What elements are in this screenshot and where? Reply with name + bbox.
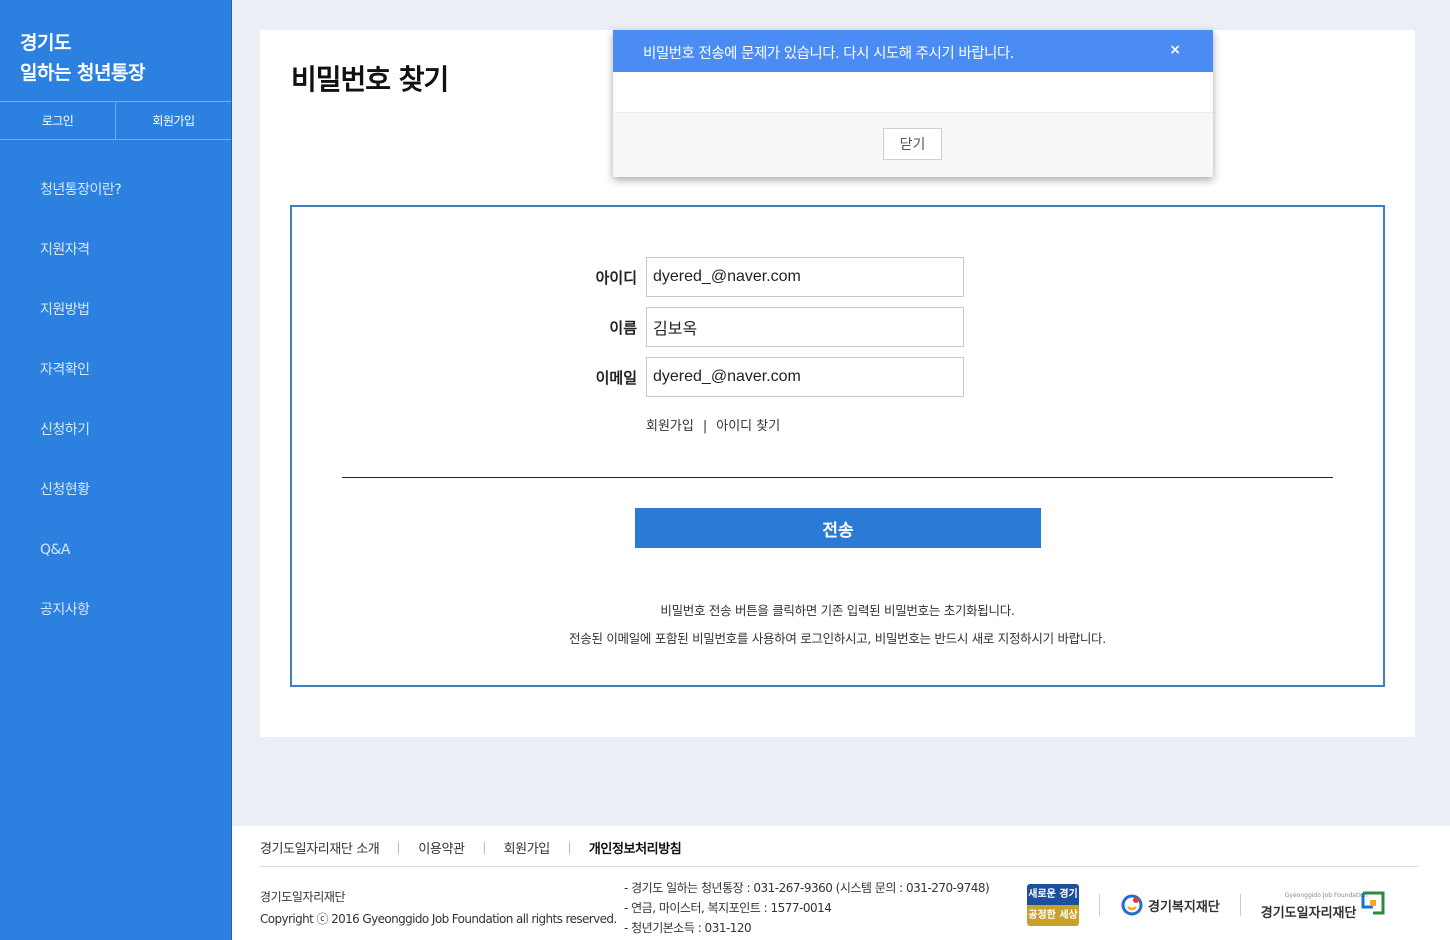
notice-change-password: 전송된 이메일에 포함된 비밀번호를 사용하여 로그인하시고, 비밀번호는 반드… bbox=[569, 631, 1106, 646]
sidebar: 경기도 일하는 청년통장 로그인 회원가입 청년통장이란? 지원자격 지원방법 … bbox=[0, 0, 232, 940]
footer-separator bbox=[568, 841, 570, 854]
brand-line2: 일하는 청년통장 bbox=[20, 62, 145, 84]
find-password-form: 아이디 이름 이메일 회원가입 | 아이디 찾기 전송 비밀번호 전송 버튼을 클릭… bbox=[290, 205, 1385, 687]
login-link[interactable]: 로그인 bbox=[0, 102, 115, 139]
dialog-header: 비밀번호 전송에 문제가 있습니다. 다시 시도해 주시기 바랍니다. × bbox=[613, 30, 1213, 72]
email-input[interactable] bbox=[646, 357, 964, 397]
dialog-footer: 닫기 bbox=[613, 113, 1213, 177]
contact-line: - 경기도 일하는 청년통장 : 031-267-9360 (시스템 문의 : … bbox=[624, 881, 990, 895]
welfare-logo-icon bbox=[1121, 894, 1143, 916]
logo-separator bbox=[1239, 894, 1241, 916]
dialog-close-button[interactable]: 닫기 bbox=[883, 128, 942, 160]
submit-button[interactable]: 전송 bbox=[635, 508, 1041, 548]
contact-line: - 연금, 마이스터, 복지포인트 : 1577-0014 bbox=[624, 901, 832, 915]
email-row: 이메일 bbox=[292, 357, 1383, 397]
sidebar-item-qna[interactable]: Q&A bbox=[0, 538, 231, 598]
link-separator: | bbox=[702, 419, 708, 434]
helper-links: 회원가입 | 아이디 찾기 bbox=[646, 415, 780, 434]
sidebar-item-about[interactable]: 청년통장이란? bbox=[0, 178, 231, 238]
contact-line: - 청년기본소득 : 031-120 bbox=[624, 921, 752, 935]
id-input[interactable] bbox=[646, 257, 964, 297]
find-id-link[interactable]: 아이디 찾기 bbox=[716, 419, 780, 434]
brand-line1: 경기도 bbox=[20, 32, 71, 54]
notice-reset: 비밀번호 전송 버튼을 클릭하면 기존 입력된 비밀번호는 초기화됩니다. bbox=[660, 603, 1015, 618]
id-row: 아이디 bbox=[292, 257, 1383, 297]
auth-links: 로그인 회원가입 bbox=[0, 102, 231, 140]
footer-org: 경기도일자리재단 bbox=[260, 890, 346, 904]
footer-contacts: - 경기도 일하는 청년통장 : 031-267-9360 (시스템 문의 : … bbox=[624, 878, 990, 938]
gyeonggi-badge-logo[interactable]: 새로운 경기 공정한 세상 bbox=[1027, 884, 1079, 926]
job-logo-text: 경기도일자리재단 bbox=[1260, 905, 1357, 921]
job-logo-subtitle: Gyeonggido Job Foundation bbox=[1284, 891, 1368, 899]
error-dialog: 비밀번호 전송에 문제가 있습니다. 다시 시도해 주시기 바랍니다. × 닫기 bbox=[613, 30, 1213, 177]
job-logo-icon bbox=[1361, 891, 1385, 914]
email-label: 이메일 bbox=[595, 369, 637, 387]
name-row: 이름 bbox=[292, 307, 1383, 347]
badge-top-text: 새로운 경기 bbox=[1027, 884, 1079, 905]
name-input[interactable] bbox=[646, 307, 964, 347]
brand-logo[interactable]: 경기도 일하는 청년통장 bbox=[0, 0, 231, 102]
sidebar-item-how-to-apply[interactable]: 지원방법 bbox=[0, 298, 231, 358]
footer-link-about[interactable]: 경기도일자리재단 소개 bbox=[260, 838, 380, 857]
badge-bottom-text: 공정한 세상 bbox=[1027, 905, 1079, 926]
footer-logos: 새로운 경기 공정한 세상 경기복지재단 Gyeonggido Job Foun… bbox=[1027, 884, 1385, 926]
footer-separator bbox=[483, 841, 485, 854]
footer-divider bbox=[260, 866, 1418, 867]
footer-link-signup[interactable]: 회원가입 bbox=[504, 838, 551, 857]
name-label: 이름 bbox=[609, 319, 637, 337]
id-label: 아이디 bbox=[595, 269, 637, 287]
sidebar-item-apply[interactable]: 신청하기 bbox=[0, 418, 231, 478]
footer-link-privacy[interactable]: 개인정보처리방침 bbox=[589, 838, 682, 857]
footer: 경기도일자리재단 소개 이용약관 회원가입 개인정보처리방침 경기도일자리재단 … bbox=[232, 826, 1450, 940]
footer-copyright: Copyright ⓒ 2016 Gyeonggido Job Foundati… bbox=[260, 912, 617, 926]
welfare-logo-text: 경기복지재단 bbox=[1148, 899, 1220, 915]
close-icon[interactable]: × bbox=[1169, 42, 1181, 58]
signup-helper-link[interactable]: 회원가입 bbox=[646, 419, 694, 434]
welfare-foundation-logo[interactable]: 경기복지재단 bbox=[1120, 893, 1220, 917]
sidebar-menu: 청년통장이란? 지원자격 지원방법 자격확인 신청하기 신청현황 Q&A 공지사… bbox=[0, 140, 231, 658]
sidebar-item-eligibility[interactable]: 지원자격 bbox=[0, 238, 231, 298]
footer-nav: 경기도일자리재단 소개 이용약관 회원가입 개인정보처리방침 bbox=[260, 838, 682, 857]
signup-link[interactable]: 회원가입 bbox=[115, 102, 231, 139]
dialog-message: 비밀번호 전송에 문제가 있습니다. 다시 시도해 주시기 바랍니다. bbox=[643, 46, 1014, 62]
footer-link-terms[interactable]: 이용약관 bbox=[418, 838, 465, 857]
sidebar-item-application-status[interactable]: 신청현황 bbox=[0, 478, 231, 538]
sidebar-item-notices[interactable]: 공지사항 bbox=[0, 598, 231, 658]
dialog-body bbox=[613, 72, 1213, 113]
logo-separator bbox=[1099, 894, 1100, 916]
job-foundation-logo[interactable]: Gyeonggido Job Foundation 경기도일자리재단 bbox=[1260, 890, 1385, 921]
footer-separator bbox=[398, 841, 400, 854]
sidebar-item-check-eligibility[interactable]: 자격확인 bbox=[0, 358, 231, 418]
page-title: 비밀번호 찾기 bbox=[291, 63, 449, 96]
divider bbox=[342, 477, 1333, 478]
